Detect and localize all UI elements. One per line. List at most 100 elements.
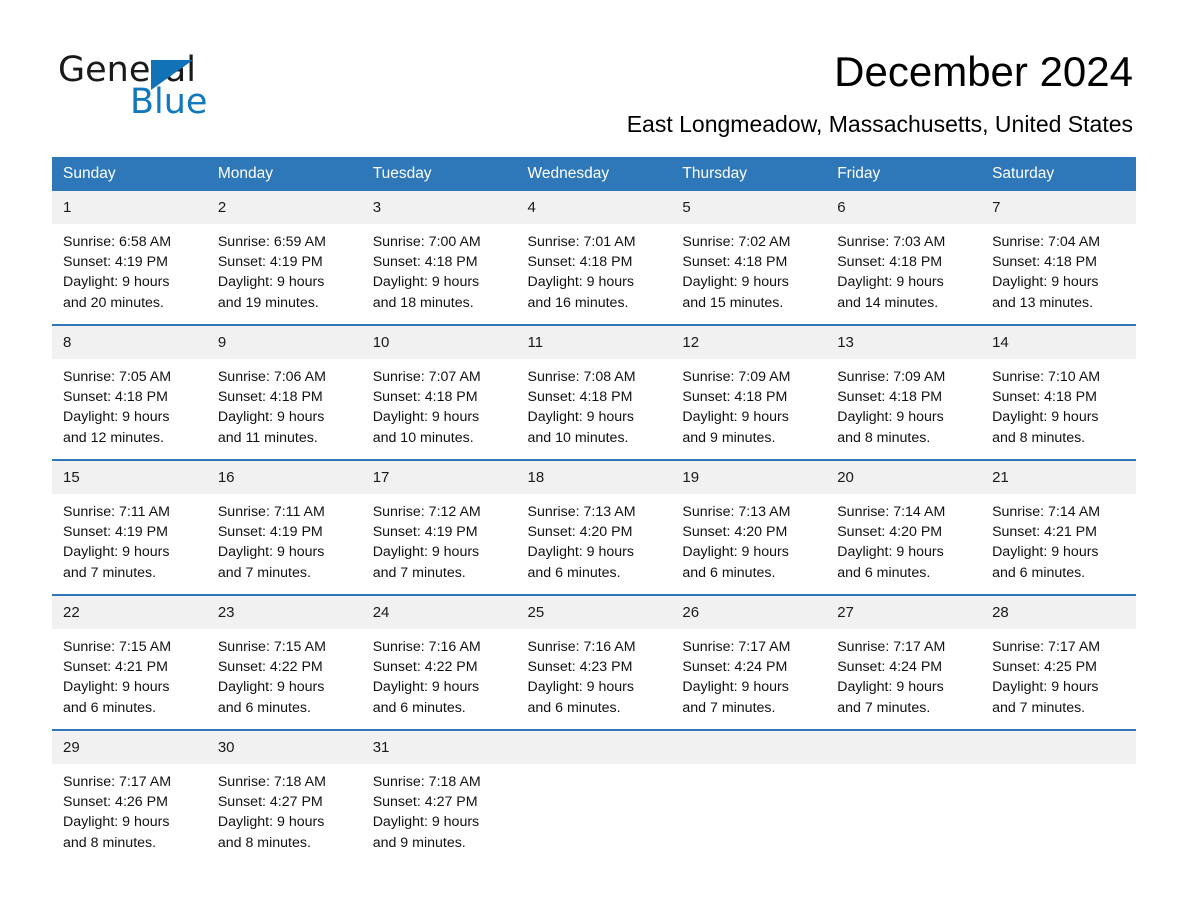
daylight-text-line2: and 15 minutes.	[682, 294, 784, 311]
day-number: 27	[826, 596, 982, 629]
day-cell[interactable]: 9 Sunrise: 7:06 AM Sunset: 4:18 PM Daylight…	[206, 324, 362, 460]
day-cell[interactable]: 4 Sunrise: 7:01 AM Sunset: 4:18 PM Daylight…	[516, 191, 672, 325]
daylight-text-line1: Daylight: 9 hours	[837, 679, 944, 696]
day-cell[interactable]: 24 Sunrise: 7:16 AM Sunset: 4:22 PM Dayligh…	[361, 594, 517, 730]
weekday-header-saturday: Saturday	[981, 157, 1136, 191]
day-cell[interactable]: 13 Sunrise: 7:09 AM Sunset: 4:18 PM Dayligh…	[826, 324, 982, 460]
day-cell[interactable]: 19 Sunrise: 7:13 AM Sunset: 4:20 PM Dayligh…	[671, 459, 827, 595]
day-info: Sunrise: 7:17 AM Sunset: 4:24 PM Daylight:…	[826, 629, 981, 718]
daylight-text-line1: Daylight: 9 hours	[372, 544, 480, 561]
daylight-text-line1: Daylight: 9 hours	[217, 814, 325, 831]
day-cell[interactable]: 25 Sunrise: 7:16 AM Sunset: 4:23 PM Dayligh…	[516, 594, 672, 730]
sunrise-text: Sunrise: 7:09 AM	[682, 369, 791, 385]
day-cell[interactable]: 5 Sunrise: 7:02 AM Sunset: 4:18 PM Daylight…	[671, 191, 827, 325]
sunset-text: Sunset: 4:24 PM	[682, 659, 788, 676]
sunset-text: Sunset: 4:21 PM	[63, 659, 168, 676]
daylight-text-line2: and 10 minutes.	[527, 429, 629, 446]
daylight-text-line2: and 6 minutes.	[992, 564, 1086, 581]
day-cell[interactable]: 31 Sunrise: 7:18 AM Sunset: 4:27 PM Dayligh…	[361, 729, 517, 864]
day-cell[interactable]: 16 Sunrise: 7:11 AM Sunset: 4:19 PM Dayligh…	[206, 459, 362, 595]
day-info: Sunrise: 7:02 AM Sunset: 4:18 PM Daylight:…	[671, 224, 826, 313]
daylight-text-line2: and 7 minutes.	[682, 699, 776, 716]
day-cell[interactable]: 18 Sunrise: 7:13 AM Sunset: 4:20 PM Dayligh…	[516, 459, 672, 595]
day-cell[interactable]: 6 Sunrise: 7:03 AM Sunset: 4:18 PM Daylight…	[826, 191, 982, 325]
day-cell[interactable]: 30 Sunrise: 7:18 AM Sunset: 4:27 PM Dayligh…	[206, 729, 362, 864]
daylight-text-line1: Daylight: 9 hours	[217, 274, 325, 291]
daylight-text-line2: and 12 minutes.	[63, 429, 164, 446]
sunrise-text: Sunrise: 7:08 AM	[527, 369, 636, 385]
sunrise-text: Sunrise: 7:14 AM	[992, 504, 1101, 520]
weekday-header-wednesday: Wednesday	[516, 157, 672, 191]
sunrise-text: Sunrise: 6:59 AM	[217, 234, 326, 250]
day-cell[interactable]: 26 Sunrise: 7:17 AM Sunset: 4:24 PM Dayligh…	[671, 594, 827, 730]
day-number	[671, 731, 827, 764]
day-number: 22	[52, 596, 207, 629]
sunset-text: Sunset: 4:18 PM	[992, 254, 1097, 271]
sunset-text: Sunset: 4:18 PM	[527, 389, 633, 406]
sunrise-text: Sunrise: 7:06 AM	[217, 369, 326, 385]
day-cell[interactable]: 23 Sunrise: 7:15 AM Sunset: 4:22 PM Dayligh…	[206, 594, 362, 730]
day-cell[interactable]: 28 Sunrise: 7:17 AM Sunset: 4:25 PM Dayligh…	[981, 594, 1136, 730]
day-cell[interactable]: 2 Sunrise: 6:59 AM Sunset: 4:19 PM Daylight…	[206, 191, 362, 325]
weekday-header-monday: Monday	[206, 157, 362, 191]
day-cell[interactable]: 22 Sunrise: 7:15 AM Sunset: 4:21 PM Dayligh…	[52, 594, 207, 730]
day-info: Sunrise: 7:08 AM Sunset: 4:18 PM Daylight:…	[517, 359, 672, 448]
sunset-text: Sunset: 4:18 PM	[682, 389, 788, 406]
day-cell[interactable]: 21 Sunrise: 7:14 AM Sunset: 4:21 PM Dayligh…	[981, 459, 1136, 595]
weekday-header-thursday: Thursday	[671, 157, 827, 191]
daylight-text-line1: Daylight: 9 hours	[372, 274, 480, 291]
day-cell[interactable]: 14 Sunrise: 7:10 AM Sunset: 4:18 PM Dayligh…	[981, 324, 1136, 460]
day-info: Sunrise: 7:09 AM Sunset: 4:18 PM Daylight:…	[826, 359, 981, 448]
daylight-text-line2: and 8 minutes.	[217, 834, 311, 851]
calendar-body: 1 Sunrise: 6:58 AM Sunset: 4:19 PM Daylight…	[52, 191, 1136, 864]
sunset-text: Sunset: 4:19 PM	[63, 524, 168, 541]
sunrise-text: Sunrise: 7:04 AM	[992, 234, 1101, 250]
day-number: 25	[516, 596, 672, 629]
weekday-header-sunday: Sunday	[52, 157, 207, 191]
daylight-text-line1: Daylight: 9 hours	[837, 544, 944, 561]
day-cell[interactable]: 11 Sunrise: 7:08 AM Sunset: 4:18 PM Dayligh…	[516, 324, 672, 460]
sunrise-text: Sunrise: 7:17 AM	[837, 639, 946, 655]
day-number: 23	[206, 596, 362, 629]
sunset-text: Sunset: 4:19 PM	[372, 524, 478, 541]
daylight-text-line1: Daylight: 9 hours	[372, 679, 480, 696]
daylight-text-line2: and 13 minutes.	[992, 294, 1094, 311]
day-cell[interactable]: 12 Sunrise: 7:09 AM Sunset: 4:18 PM Dayligh…	[671, 324, 827, 460]
sunset-text: Sunset: 4:18 PM	[63, 389, 168, 406]
week-row: 8 Sunrise: 7:05 AM Sunset: 4:18 PM Daylight…	[52, 324, 1136, 460]
day-cell[interactable]: 1 Sunrise: 6:58 AM Sunset: 4:19 PM Daylight…	[52, 191, 207, 325]
day-cell[interactable]: 8 Sunrise: 7:05 AM Sunset: 4:18 PM Daylight…	[52, 324, 207, 460]
day-cell[interactable]: 27 Sunrise: 7:17 AM Sunset: 4:24 PM Dayligh…	[826, 594, 982, 730]
daylight-text-line1: Daylight: 9 hours	[992, 274, 1099, 291]
day-info: Sunrise: 7:04 AM Sunset: 4:18 PM Daylight:…	[981, 224, 1136, 313]
day-cell[interactable]: 15 Sunrise: 7:11 AM Sunset: 4:19 PM Dayligh…	[52, 459, 207, 595]
day-cell[interactable]: 3 Sunrise: 7:00 AM Sunset: 4:18 PM Daylight…	[361, 191, 517, 325]
day-number: 21	[981, 461, 1136, 494]
sunset-text: Sunset: 4:19 PM	[217, 524, 323, 541]
sunset-text: Sunset: 4:18 PM	[682, 254, 788, 271]
day-cell[interactable]: 17 Sunrise: 7:12 AM Sunset: 4:19 PM Dayligh…	[361, 459, 517, 595]
daylight-text-line2: and 6 minutes.	[527, 699, 621, 716]
daylight-text-line2: and 7 minutes.	[372, 564, 466, 581]
daylight-text-line1: Daylight: 9 hours	[372, 409, 480, 426]
day-cell[interactable]: 20 Sunrise: 7:14 AM Sunset: 4:20 PM Dayligh…	[826, 459, 982, 595]
day-info: Sunrise: 7:10 AM Sunset: 4:18 PM Daylight:…	[981, 359, 1136, 448]
day-cell[interactable]: 29 Sunrise: 7:17 AM Sunset: 4:26 PM Dayligh…	[52, 729, 207, 864]
day-info: Sunrise: 7:09 AM Sunset: 4:18 PM Daylight:…	[671, 359, 826, 448]
day-cell[interactable]: 10 Sunrise: 7:07 AM Sunset: 4:18 PM Dayligh…	[361, 324, 517, 460]
logo-text-blue: Blue	[130, 82, 208, 122]
day-cell[interactable]: 7 Sunrise: 7:04 AM Sunset: 4:18 PM Daylight…	[981, 191, 1136, 325]
sunrise-text: Sunrise: 7:17 AM	[992, 639, 1101, 655]
daylight-text-line2: and 9 minutes.	[372, 834, 466, 851]
location-subtitle: East Longmeadow, Massachusetts, United S…	[626, 111, 1133, 137]
daylight-text-line2: and 7 minutes.	[992, 699, 1086, 716]
week-row: 1 Sunrise: 6:58 AM Sunset: 4:19 PM Daylight…	[52, 191, 1136, 325]
day-cell-empty	[671, 729, 827, 864]
sunset-text: Sunset: 4:24 PM	[837, 659, 943, 676]
day-number: 17	[361, 461, 517, 494]
general-blue-logo[interactable]: General Blue	[58, 50, 318, 125]
day-info: Sunrise: 7:03 AM Sunset: 4:18 PM Daylight:…	[826, 224, 981, 313]
daylight-text-line1: Daylight: 9 hours	[63, 409, 170, 426]
title-block: December 2024 East Longmeadow, Massachus…	[627, 46, 1133, 138]
sunset-text: Sunset: 4:22 PM	[217, 659, 323, 676]
